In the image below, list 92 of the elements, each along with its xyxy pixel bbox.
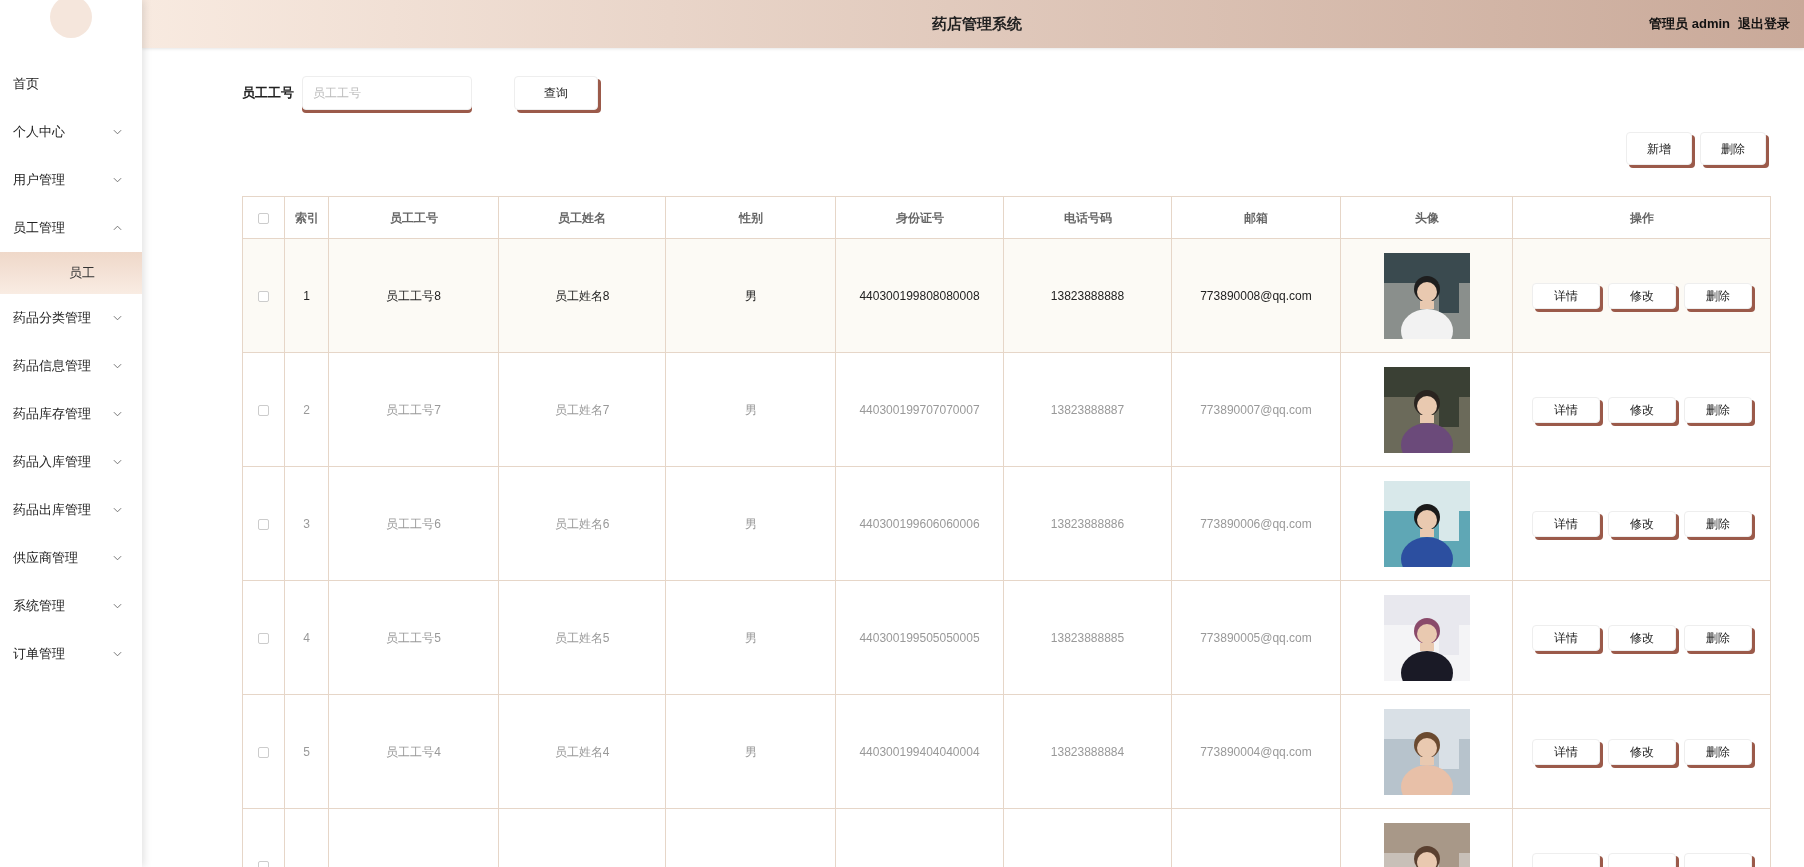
table-cell: 3 — [303, 516, 310, 531]
column-header: 索引 — [294, 210, 319, 225]
table-row[interactable]: 5 员工工号4 员工姓名4 男 440300199404040004 13823888884 773890004@qq.com 详情 修改 删除 — [242, 694, 1771, 809]
table-cell: 13823888888 — [1050, 288, 1125, 303]
search-field[interactable]: 员工工号 — [302, 76, 472, 110]
column-header: 操作 — [1629, 210, 1654, 225]
details-button[interactable]: 详情 — [1531, 738, 1600, 765]
delete-button[interactable]: 删除 — [1683, 282, 1752, 309]
logout-link[interactable]: 退出登录 — [1738, 14, 1790, 34]
table-row[interactable]: 2 员工工号7 员工姓名7 男 440300199707070007 13823888887 773890007@qq.com 详情 修改 删除 — [242, 352, 1771, 467]
column-header: 邮箱 — [1244, 210, 1268, 225]
column-header: 性别 — [738, 210, 763, 225]
table-cell: 男 — [744, 288, 757, 303]
delete-button[interactable]: 删除 — [1683, 510, 1752, 537]
row-checkbox[interactable] — [258, 404, 269, 416]
sidebar-item[interactable]: 系统管理 — [0, 582, 142, 630]
sidebar-item[interactable]: 药品出库管理 — [0, 486, 142, 534]
column-header: 员工姓名 — [558, 210, 606, 225]
search-button[interactable]: 查询 — [514, 76, 598, 110]
sidebar-item[interactable]: 用户管理 — [0, 156, 142, 204]
table-cell: 2 — [303, 402, 310, 417]
table-cell: 773890007@qq.com — [1200, 402, 1312, 417]
edit-button[interactable]: 修改 — [1607, 396, 1676, 423]
table-cell: 员工工号7 — [386, 402, 441, 417]
table-cell: 13823888887 — [1050, 402, 1125, 417]
table-cell: 员工姓名6 — [554, 516, 610, 531]
app-title: 药店管理系统 — [932, 13, 1022, 34]
table-cell: 男 — [744, 516, 757, 531]
table-cell: 员工姓名5 — [554, 630, 610, 645]
table-cell: 1 — [303, 288, 310, 303]
table-cell: 5 — [303, 744, 310, 759]
sidebar-item[interactable]: 订单管理 — [0, 630, 142, 678]
table-cell: 13823888884 — [1050, 744, 1125, 759]
sidebar-item[interactable]: 个人中心 — [0, 108, 142, 156]
table-cell: 440300199606060006 — [859, 516, 980, 531]
table-cell: 440300199404040004 — [859, 744, 980, 759]
search-label: 员工工号 — [242, 84, 294, 103]
row-checkbox[interactable] — [258, 518, 269, 530]
column-header: 电话号码 — [1063, 210, 1112, 225]
avatar — [50, 0, 92, 38]
table-cell: 员工姓名7 — [554, 402, 610, 417]
details-button[interactable]: 详情 — [1531, 282, 1600, 309]
table-cell: 员工工号4 — [386, 744, 441, 759]
sidebar-subitem[interactable]: 员工 — [0, 252, 142, 294]
column-header: 头像 — [1414, 210, 1439, 225]
table-cell: 员工姓名4 — [554, 744, 610, 759]
table-row[interactable]: 4 员工工号5 员工姓名5 男 440300199505050005 13823888885 773890005@qq.com 详情 修改 删除 — [242, 580, 1771, 695]
delete-button[interactable]: 删除 — [1700, 132, 1766, 165]
table-cell: 员工姓名8 — [554, 288, 610, 303]
table-cell: 员工工号6 — [386, 516, 441, 531]
sidebar-item[interactable]: 药品库存管理 — [0, 390, 142, 438]
table-cell: 4 — [303, 630, 310, 645]
table-row[interactable]: 1 员工工号8 员工姓名8 男 440300199808080008 13823888888 773890008@qq.com 详情 修改 删除 — [242, 238, 1771, 353]
sidebar-item[interactable]: 药品入库管理 — [0, 438, 142, 486]
details-button[interactable]: 详情 — [1531, 396, 1600, 423]
sidebar-item[interactable]: 供应商管理 — [0, 534, 142, 582]
table-cell: 440300199505050005 — [859, 630, 980, 645]
table-cell: 13823888885 — [1050, 630, 1125, 645]
table-cell: 男 — [744, 744, 757, 759]
table-cell: 员工工号8 — [386, 288, 441, 303]
sidebar-item[interactable]: 药品信息管理 — [0, 342, 142, 390]
select-all-checkbox[interactable] — [258, 212, 269, 224]
delete-button[interactable]: 删除 — [1683, 738, 1752, 765]
table-cell: 男 — [744, 630, 757, 645]
row-checkbox[interactable] — [258, 632, 269, 644]
row-checkbox[interactable] — [258, 290, 269, 302]
table-cell: 773890006@qq.com — [1200, 516, 1312, 531]
table-cell: 13823888886 — [1050, 516, 1125, 531]
details-button[interactable]: 详情 — [1531, 624, 1600, 651]
table-cell: 773890008@qq.com — [1200, 288, 1312, 303]
edit-button[interactable]: 修改 — [1607, 624, 1676, 651]
table-cell: 440300199808080008 — [859, 288, 980, 303]
edit-button[interactable]: 修改 — [1607, 738, 1676, 765]
edit-button[interactable]: 修改 — [1607, 510, 1676, 537]
table-cell: 773890004@qq.com — [1200, 744, 1312, 759]
delete-button[interactable]: 删除 — [1683, 624, 1752, 651]
sidebar-item[interactable]: 首页 — [0, 60, 142, 108]
table-cell: 773890005@qq.com — [1200, 630, 1312, 645]
edit-button[interactable]: 修改 — [1607, 282, 1676, 309]
table-cell: 440300199707070007 — [859, 402, 980, 417]
column-header: 员工工号 — [389, 210, 438, 225]
sidebar-item[interactable]: 员工管理 — [0, 204, 142, 252]
table-cell: 男 — [744, 402, 757, 417]
user-label: 管理员 admin — [1649, 15, 1730, 34]
details-button[interactable]: 详情 — [1531, 510, 1600, 537]
add-button[interactable]: 新增 — [1626, 132, 1692, 165]
column-header: 身份证号 — [895, 210, 944, 225]
table-row[interactable]: 3 员工工号6 员工姓名6 男 440300199606060006 13823888886 773890006@qq.com 详情 修改 删除 — [242, 466, 1771, 581]
sidebar-item[interactable]: 药品分类管理 — [0, 294, 142, 342]
delete-button[interactable]: 删除 — [1683, 396, 1752, 423]
table-cell: 员工工号5 — [386, 630, 441, 645]
row-checkbox[interactable] — [258, 746, 269, 758]
